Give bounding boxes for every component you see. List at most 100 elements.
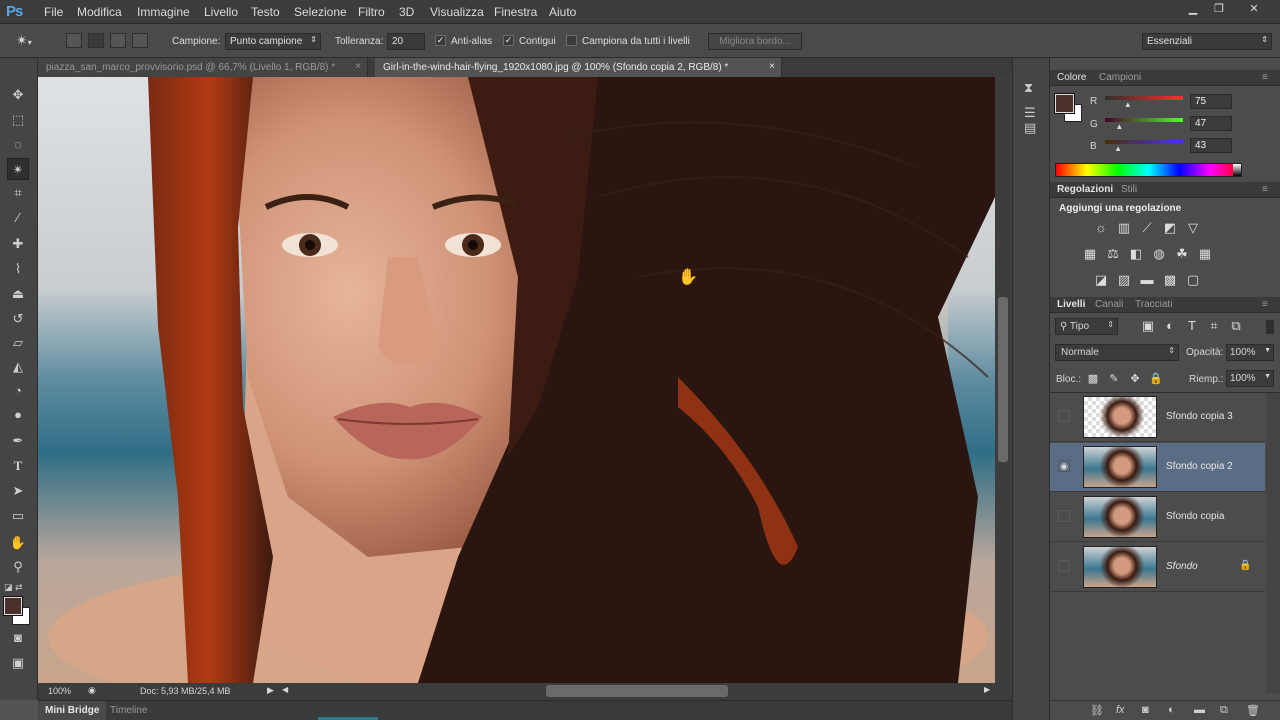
color-lookup-icon[interactable]: ▦ [1197, 246, 1213, 262]
vertical-scroll-thumb[interactable] [998, 297, 1008, 462]
channel-g-thumb[interactable]: ▲ [1115, 122, 1123, 131]
vertical-scrollbar[interactable] [995, 77, 1012, 683]
filter-toggle[interactable] [1266, 320, 1274, 334]
scroll-right-icon[interactable]: ▶ [984, 685, 990, 694]
status-info-icon[interactable]: ◉ [88, 685, 96, 696]
properties-panel-icon[interactable]: ☰ [1024, 105, 1036, 121]
tab-timeline[interactable]: Timeline [110, 705, 147, 716]
workspace-select[interactable]: Essenziali ⇕ [1142, 33, 1272, 50]
hand-tool-icon[interactable]: ✋ [7, 532, 29, 554]
visibility-toggle[interactable] [1058, 560, 1070, 572]
all-layers-checkbox[interactable] [566, 35, 577, 46]
foreground-color-swatch[interactable] [3, 596, 23, 616]
scroll-left-icon[interactable]: ◀ [282, 685, 288, 694]
panel-menu-icon[interactable]: ≡ [1262, 184, 1268, 195]
dodge-tool-icon[interactable]: ● [7, 404, 29, 426]
posterize-icon[interactable]: ▨ [1116, 272, 1132, 288]
antialias-checkbox[interactable]: ✓ [435, 35, 446, 46]
type-tool-icon[interactable]: T [7, 455, 29, 477]
channel-r-slider[interactable] [1105, 96, 1183, 100]
brightness-icon[interactable]: ☼ [1093, 220, 1109, 236]
move-tool-icon[interactable]: ✥ [7, 84, 29, 106]
new-group-icon[interactable]: ▬ [1194, 704, 1205, 716]
panel-menu-icon[interactable]: ≡ [1262, 299, 1268, 310]
magic-wand-preset-icon[interactable]: ✴▾ [16, 32, 46, 50]
filter-shape-icon[interactable]: ⌗ [1206, 318, 1222, 334]
tab-regolazioni[interactable]: Regolazioni [1057, 184, 1113, 195]
rectangle-tool-icon[interactable]: ▭ [7, 505, 29, 527]
lock-all-icon[interactable]: 🔒 [1148, 371, 1164, 387]
brush-tool-icon[interactable]: ⌇ [7, 258, 29, 280]
lasso-tool-icon[interactable]: ◌ [7, 134, 29, 156]
channel-r-value[interactable]: 75 [1190, 94, 1232, 109]
add-selection-icon[interactable] [88, 33, 104, 48]
document-canvas[interactable]: ✋ [38, 77, 995, 683]
new-selection-icon[interactable] [66, 33, 82, 48]
levels-icon[interactable]: ▥ [1116, 220, 1132, 236]
layer-style-icon[interactable]: fx [1116, 704, 1125, 716]
close-button[interactable]: ✕ [1234, 2, 1274, 17]
healing-brush-tool-icon[interactable]: ✚ [7, 233, 29, 255]
photo-filter-icon[interactable]: ◍ [1151, 246, 1167, 262]
actions-panel-icon[interactable]: ▤ [1024, 120, 1036, 136]
minimize-button[interactable]: ▁ [1182, 2, 1204, 17]
filter-pixel-icon[interactable]: ▣ [1140, 318, 1156, 334]
lock-transparent-icon[interactable]: ▩ [1085, 371, 1101, 387]
opacity-input[interactable]: 100% ▼ [1226, 344, 1274, 361]
delete-layer-icon[interactable]: 🗑 [1246, 704, 1260, 717]
color-balance-icon[interactable]: ⚖ [1105, 246, 1121, 262]
screen-mode-icon[interactable]: ▣ [7, 652, 29, 674]
visibility-toggle[interactable] [1058, 410, 1070, 422]
zoom-tool-icon[interactable]: ⚲ [7, 556, 29, 578]
menu-immagine[interactable]: Immagine [137, 5, 190, 19]
filter-smart-icon[interactable]: ⧉ [1228, 318, 1244, 334]
sample-select[interactable]: Punto campione ⇕ [225, 33, 321, 50]
restore-button[interactable]: ❐ [1208, 2, 1230, 17]
close-icon[interactable]: × [769, 61, 775, 72]
tab-canali[interactable]: Canali [1095, 299, 1123, 310]
clone-stamp-tool-icon[interactable]: ⏏ [7, 283, 29, 305]
menu-filtro[interactable]: Filtro [358, 5, 385, 19]
black-white-icon[interactable]: ◧ [1128, 246, 1144, 262]
menu-modifica[interactable]: Modifica [77, 5, 122, 19]
document-tab[interactable]: piazza_san_marco_provvisorio.psd @ 66,7%… [38, 58, 368, 77]
refine-edge-button[interactable]: Migliora bordo... [708, 33, 802, 50]
channel-g-value[interactable]: 47 [1190, 116, 1232, 131]
marquee-tool-icon[interactable]: ⬚ [7, 109, 29, 131]
eyedropper-tool-icon[interactable]: ⁄ [7, 207, 29, 229]
new-layer-icon[interactable]: ⧉ [1220, 704, 1228, 717]
close-icon[interactable]: × [355, 61, 361, 72]
channel-r-thumb[interactable]: ▲ [1124, 100, 1132, 109]
channel-mixer-icon[interactable]: ☘ [1174, 246, 1190, 262]
channel-b-thumb[interactable]: ▲ [1114, 144, 1122, 153]
curves-icon[interactable]: ⟋ [1139, 220, 1155, 236]
tab-campioni[interactable]: Campioni [1099, 72, 1141, 83]
layer-row[interactable]: Sfondo copia [1050, 493, 1265, 542]
eye-icon[interactable]: ◉ [1058, 460, 1070, 472]
lock-position-icon[interactable]: ✥ [1127, 371, 1143, 387]
paint-bucket-tool-icon[interactable]: ◭ [7, 356, 29, 378]
history-panel-icon[interactable]: ⧗ [1024, 80, 1033, 96]
path-selection-tool-icon[interactable]: ➤ [7, 480, 29, 502]
history-brush-tool-icon[interactable]: ↺ [7, 308, 29, 330]
threshold-icon[interactable]: ▬ [1139, 272, 1155, 288]
layer-row[interactable]: Sfondo copia 3 [1050, 393, 1265, 442]
blur-tool-icon[interactable]: ◔ [7, 380, 29, 402]
eraser-tool-icon[interactable]: ▱ [7, 332, 29, 354]
tab-tracciati[interactable]: Tracciati [1135, 299, 1172, 310]
tab-stili[interactable]: Stili [1121, 184, 1137, 195]
menu-testo[interactable]: Testo [251, 5, 280, 19]
blend-mode-select[interactable]: Normale ⇕ [1055, 344, 1179, 361]
subtract-selection-icon[interactable] [110, 33, 126, 48]
pen-tool-icon[interactable]: ✒ [7, 430, 29, 452]
invert-icon[interactable]: ◪ [1093, 272, 1109, 288]
contiguous-checkbox[interactable]: ✓ [503, 35, 514, 46]
link-layers-icon[interactable]: ⛓ [1090, 704, 1104, 717]
layer-row[interactable]: Sfondo 🔒 [1050, 543, 1265, 592]
document-tab-active[interactable]: Girl-in-the-wind-hair-flying_1920x1080.j… [375, 58, 782, 77]
layer-filter-select[interactable]: ⚲ Tipo ⇕ [1055, 318, 1118, 335]
vibrance-icon[interactable]: ▽ [1185, 220, 1201, 236]
layer-row-active[interactable]: ◉ Sfondo copia 2 [1050, 443, 1265, 492]
new-adjustment-icon[interactable]: ◐ [1168, 704, 1175, 716]
fill-input[interactable]: 100% ▼ [1226, 370, 1274, 387]
